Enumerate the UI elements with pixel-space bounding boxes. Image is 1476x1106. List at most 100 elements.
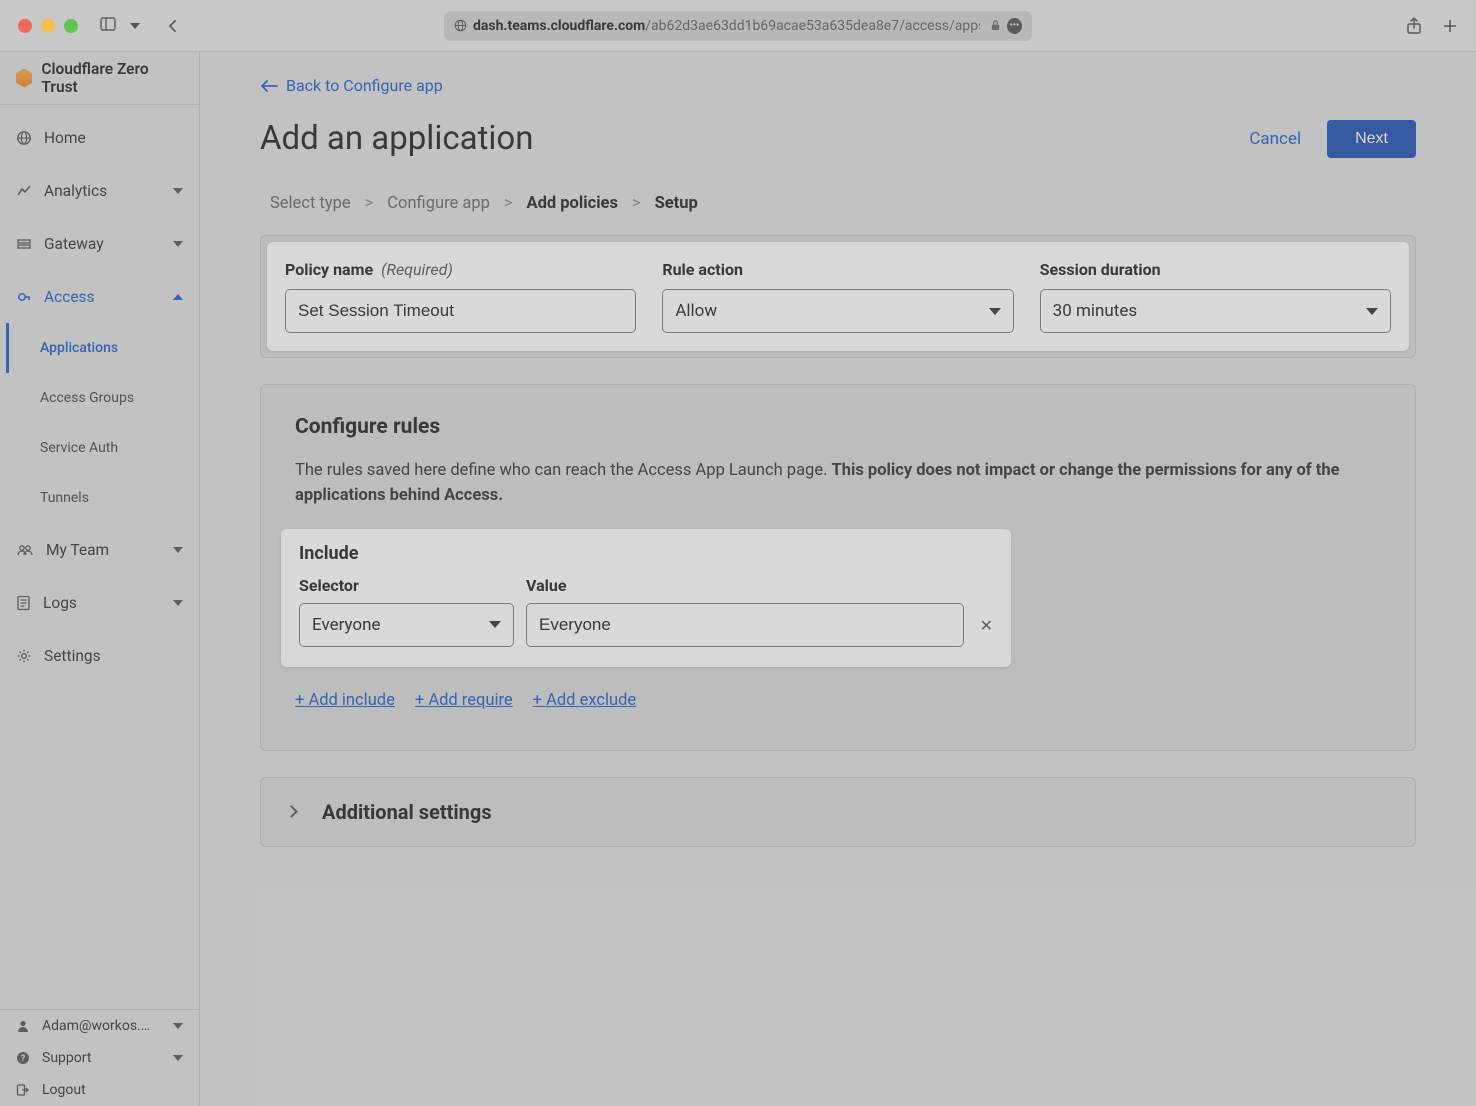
sidebar-item-label: Analytics	[44, 182, 107, 200]
gear-icon	[16, 648, 32, 664]
main-content: Back to Configure app Add an application…	[200, 52, 1476, 1106]
value-input[interactable]	[526, 603, 964, 647]
add-require-link[interactable]: + Add require	[415, 691, 513, 710]
selector-column: Selector Everyone	[299, 576, 514, 647]
browser-chrome: dash.teams.cloudflare.com/ab62d3ae63dd1b…	[0, 0, 1476, 52]
chevron-down-icon[interactable]	[130, 23, 140, 29]
sidebar-toggle-icon[interactable]	[100, 16, 116, 36]
chevron-down-icon	[1366, 308, 1378, 315]
rules-panel: Configure rules The rules saved here def…	[260, 384, 1416, 751]
svg-text:?: ?	[21, 1054, 26, 1064]
selector-select[interactable]: Everyone	[299, 603, 514, 647]
share-icon[interactable]	[1406, 17, 1422, 35]
session-duration-field: Session duration 30 minutes	[1040, 260, 1391, 333]
chevron-down-icon	[173, 1023, 183, 1029]
page-title: Add an application	[260, 119, 533, 158]
field-label: Rule action	[662, 260, 1013, 279]
sidebar-item-access[interactable]: Access	[0, 270, 199, 323]
breadcrumb-separator: >	[504, 194, 513, 213]
policy-panel: Policy name (Required) Rule action Allow…	[260, 235, 1416, 358]
select-value: Allow	[675, 301, 717, 321]
chevron-down-icon	[173, 241, 183, 247]
sidebar-item-label: My Team	[46, 541, 109, 559]
field-label: Policy name (Required)	[285, 260, 636, 279]
chevron-right-icon	[285, 805, 298, 818]
additional-settings-panel[interactable]: Additional settings	[260, 777, 1416, 847]
field-label: Session duration	[1040, 260, 1391, 279]
breadcrumb-step-current: Add policies	[527, 194, 618, 213]
help-icon: ?	[16, 1051, 30, 1065]
chevron-down-icon	[173, 188, 183, 194]
sidebar: Cloudflare Zero Trust Home Analytics	[0, 52, 200, 1106]
back-link-label: Back to Configure app	[286, 76, 443, 95]
brand-header[interactable]: Cloudflare Zero Trust	[0, 52, 199, 105]
home-icon	[16, 130, 32, 146]
footer-logout[interactable]: Logout	[0, 1074, 199, 1106]
sidebar-item-home[interactable]: Home	[0, 111, 199, 164]
footer-user-label: Adam@workos.com…	[42, 1018, 152, 1034]
brand-title: Cloudflare Zero Trust	[41, 60, 183, 96]
policy-name-input[interactable]	[285, 289, 636, 333]
back-icon[interactable]	[166, 19, 180, 33]
rules-title: Configure rules	[295, 415, 1381, 439]
team-icon	[16, 543, 34, 557]
globe-icon	[454, 19, 467, 32]
sidebar-footer: Adam@workos.com… ? Support Lo	[0, 1009, 199, 1106]
sidebar-item-my-team[interactable]: My Team	[0, 523, 199, 576]
cloudflare-logo-icon	[16, 69, 32, 88]
column-label: Value	[526, 576, 964, 595]
breadcrumb-step[interactable]: Configure app	[387, 194, 490, 213]
user-icon	[16, 1019, 30, 1033]
breadcrumb-step[interactable]: Select type	[270, 194, 351, 213]
new-tab-icon[interactable]	[1442, 18, 1458, 34]
include-title: Include	[299, 543, 993, 564]
reader-icon[interactable]: •••	[1007, 18, 1022, 34]
sidebar-subitem-tunnels[interactable]: Tunnels	[6, 473, 199, 523]
lock-icon	[990, 19, 1001, 32]
sidebar-item-logs[interactable]: Logs	[0, 576, 199, 629]
footer-user[interactable]: Adam@workos.com…	[0, 1010, 199, 1042]
rule-actions: + Add include + Add require + Add exclud…	[295, 691, 1381, 710]
page-header: Add an application Cancel Next	[260, 119, 1416, 158]
access-icon	[16, 289, 32, 305]
remove-rule-button[interactable]: ✕	[980, 616, 993, 647]
breadcrumb-separator: >	[632, 194, 641, 213]
sidebar-item-gateway[interactable]: Gateway	[0, 217, 199, 270]
analytics-icon	[16, 183, 32, 199]
chevron-down-icon	[989, 308, 1001, 315]
rules-description: The rules saved here define who can reac…	[295, 459, 1381, 509]
add-include-link[interactable]: + Add include	[295, 691, 395, 710]
close-window-button[interactable]	[18, 19, 32, 33]
sidebar-item-label: Logs	[43, 594, 77, 612]
session-duration-select[interactable]: 30 minutes	[1040, 289, 1391, 333]
back-link[interactable]: Back to Configure app	[260, 76, 443, 95]
breadcrumb-step: Setup	[655, 194, 698, 213]
chevron-down-icon	[173, 1055, 183, 1061]
additional-settings-title: Additional settings	[322, 800, 492, 824]
include-row: Selector Everyone Value ✕	[299, 576, 993, 647]
add-exclude-link[interactable]: + Add exclude	[533, 691, 637, 710]
policy-card: Policy name (Required) Rule action Allow…	[267, 242, 1409, 351]
cancel-button[interactable]: Cancel	[1249, 129, 1301, 149]
select-value: 30 minutes	[1053, 301, 1137, 321]
url-bar[interactable]: dash.teams.cloudflare.com/ab62d3ae63dd1b…	[444, 11, 1032, 41]
sidebar-subitem-applications[interactable]: Applications	[6, 323, 199, 373]
rule-action-select[interactable]: Allow	[662, 289, 1013, 333]
next-button[interactable]: Next	[1327, 120, 1416, 158]
footer-support[interactable]: ? Support	[0, 1042, 199, 1074]
sidebar-item-analytics[interactable]: Analytics	[0, 164, 199, 217]
rule-action-field: Rule action Allow	[662, 260, 1013, 333]
footer-logout-label: Logout	[42, 1082, 86, 1098]
sidebar-subitem-service-auth[interactable]: Service Auth	[6, 423, 199, 473]
sidebar-subitem-access-groups[interactable]: Access Groups	[6, 373, 199, 423]
chevron-up-icon	[173, 294, 183, 300]
window-controls	[18, 19, 78, 33]
chevron-down-icon	[489, 621, 501, 628]
sidebar-item-settings[interactable]: Settings	[0, 629, 199, 682]
sidebar-item-label: Settings	[44, 647, 101, 665]
gateway-icon	[16, 236, 32, 252]
minimize-window-button[interactable]	[41, 19, 55, 33]
logout-icon	[16, 1083, 30, 1097]
fullscreen-window-button[interactable]	[64, 19, 78, 33]
sidebar-item-label: Gateway	[44, 235, 104, 253]
